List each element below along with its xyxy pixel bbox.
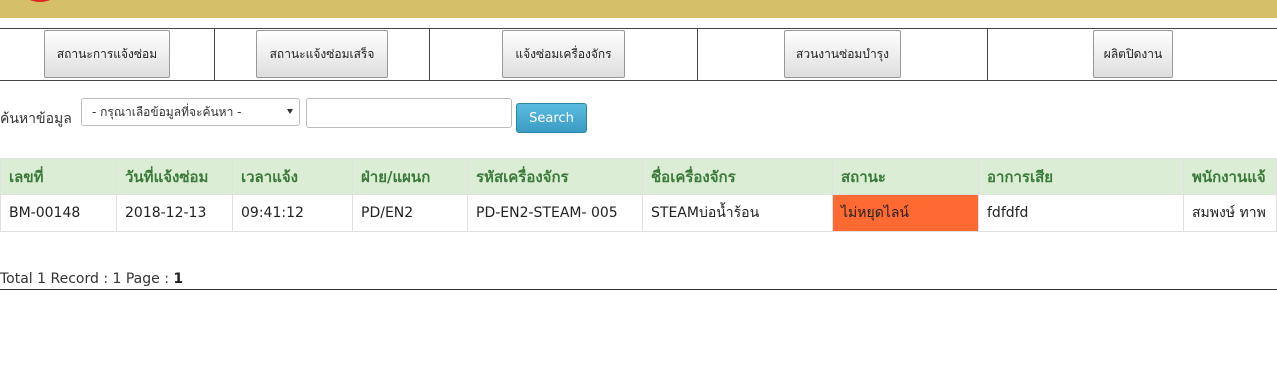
cell-machine-name: STEAMบ่อน้ำร้อน <box>642 195 833 232</box>
nav-divider <box>987 29 988 80</box>
column-header-status: สถานะ <box>832 158 979 195</box>
nav-divider <box>214 29 215 80</box>
column-header-department: ฝ่าย/แผนก <box>352 158 468 195</box>
search-select-value: - กรุณาเลือข้อมูลที่จะค้นหา - <box>92 104 242 119</box>
nav-divider <box>697 29 698 80</box>
search-button[interactable]: Search <box>516 103 587 133</box>
nav-repair-done-button[interactable]: สถานะแจ้งซ่อมเสร็จ <box>256 30 388 78</box>
cell-date: 2018-12-13 <box>116 195 233 232</box>
nav-close-job-button[interactable]: ผลิตปิดงาน <box>1093 30 1173 78</box>
cell-symptom: fdfdfd <box>978 195 1184 232</box>
column-header-date: วันที่แจ้งซ่อม <box>116 158 233 195</box>
nav-report-machine-button[interactable]: แจ้งซ่อมเครื่องจักร <box>502 30 625 78</box>
cell-number: BM-00148 <box>0 195 117 232</box>
chevron-down-icon <box>287 109 293 114</box>
nav-bar: สถานะการแจ้งซ่อม สถานะแจ้งซ่อมเสร็จ แจ้ง… <box>0 28 1277 81</box>
top-banner <box>0 0 1277 18</box>
pagination-summary: Total 1 Record : 1 Page : 1 <box>0 271 183 287</box>
cell-machine-code: PD-EN2-STEAM- 005 <box>467 195 643 232</box>
column-header-number: เลขที่ <box>0 158 117 195</box>
cell-reporter: สมพงษ์ ทาพ <box>1183 195 1277 232</box>
cell-department: PD/EN2 <box>352 195 468 232</box>
nav-repair-status-button[interactable]: สถานะการแจ้งซ่อม <box>44 30 170 78</box>
search-input[interactable] <box>306 98 512 128</box>
nav-maintenance-button[interactable]: สวนงานซ่อมบำรุง <box>784 30 901 78</box>
status-badge: ไม่หยุดไลน์ <box>832 195 979 232</box>
nav-divider <box>429 29 430 80</box>
column-header-symptom: อาการเสีย <box>978 158 1184 195</box>
search-label: ค้นหาข้อมูล <box>0 111 72 127</box>
column-header-machine-name: ชื่อเครื่องจักร <box>642 158 833 195</box>
column-header-reporter: พนักงานแจ้ <box>1183 158 1277 195</box>
search-field-select[interactable]: - กรุณาเลือข้อมูลที่จะค้นหา - <box>81 98 300 126</box>
cell-time: 09:41:12 <box>232 195 353 232</box>
column-header-time: เวลาแจ้ง <box>232 158 353 195</box>
pagination-text: Total 1 Record : 1 Page : <box>0 271 174 287</box>
footer-divider <box>0 289 1277 290</box>
current-page-number: 1 <box>173 271 184 287</box>
column-header-machine-code: รหัสเครื่องจักร <box>467 158 643 195</box>
logo-icon <box>20 0 60 2</box>
